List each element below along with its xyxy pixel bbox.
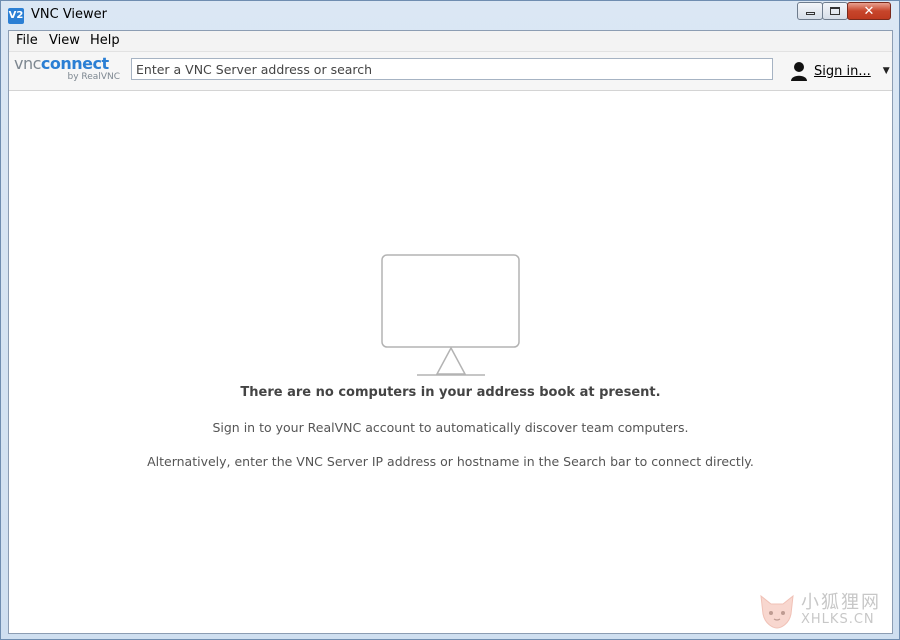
empty-address-book: There are no computers in your address b… [9, 91, 892, 633]
search-input[interactable] [131, 58, 773, 80]
window-controls: ✕ [797, 2, 891, 20]
close-icon: ✕ [863, 3, 875, 19]
empty-state-search-hint: Alternatively, enter the VNC Server IP a… [147, 454, 754, 469]
vnc-connect-logo: vncconnect by RealVNC [14, 55, 124, 85]
monitor-icon [381, 254, 521, 382]
minimize-icon [805, 12, 815, 15]
logo-byline: by RealVNC [67, 72, 120, 82]
maximize-button[interactable] [822, 2, 848, 20]
menu-file[interactable]: File [16, 33, 38, 48]
vnc-viewer-icon: V2 [8, 8, 24, 24]
logo-connect-text: connect [40, 54, 109, 73]
empty-state-signin-hint: Sign in to your RealVNC account to autom… [212, 420, 689, 435]
chevron-down-icon[interactable]: ▼ [883, 66, 890, 76]
title-bar[interactable]: V2 VNC Viewer ✕ [1, 1, 899, 30]
sign-in-button[interactable]: Sign in... ▼ [790, 60, 890, 82]
maximize-icon [830, 7, 840, 15]
empty-state-heading: There are no computers in your address b… [240, 385, 661, 400]
close-button[interactable]: ✕ [847, 2, 891, 20]
logo-wordmark: vncconnect [14, 55, 109, 73]
menu-bar: File View Help [9, 31, 892, 52]
sign-in-label: Sign in... [814, 63, 871, 79]
watermark-en-text: XHLKS.CN [801, 612, 875, 627]
minimize-button[interactable] [797, 2, 823, 20]
logo-vnc-text: vnc [14, 54, 41, 73]
fox-logo-icon [760, 594, 794, 629]
toolbar: vncconnect by RealVNC Sign in... ▼ [9, 52, 892, 91]
watermark-cn-text: 小狐狸网 [801, 592, 881, 613]
vnc-viewer-window: V2 VNC Viewer ✕ File View Help vncconnec… [0, 0, 900, 640]
menu-view[interactable]: View [49, 33, 80, 48]
client-area: File View Help vncconnect by RealVNC Sig… [8, 30, 893, 634]
menu-help[interactable]: Help [90, 33, 120, 48]
user-icon [790, 61, 808, 81]
window-title: VNC Viewer [31, 7, 108, 22]
site-watermark: 小狐狸网 XHLKS.CN [755, 588, 890, 632]
